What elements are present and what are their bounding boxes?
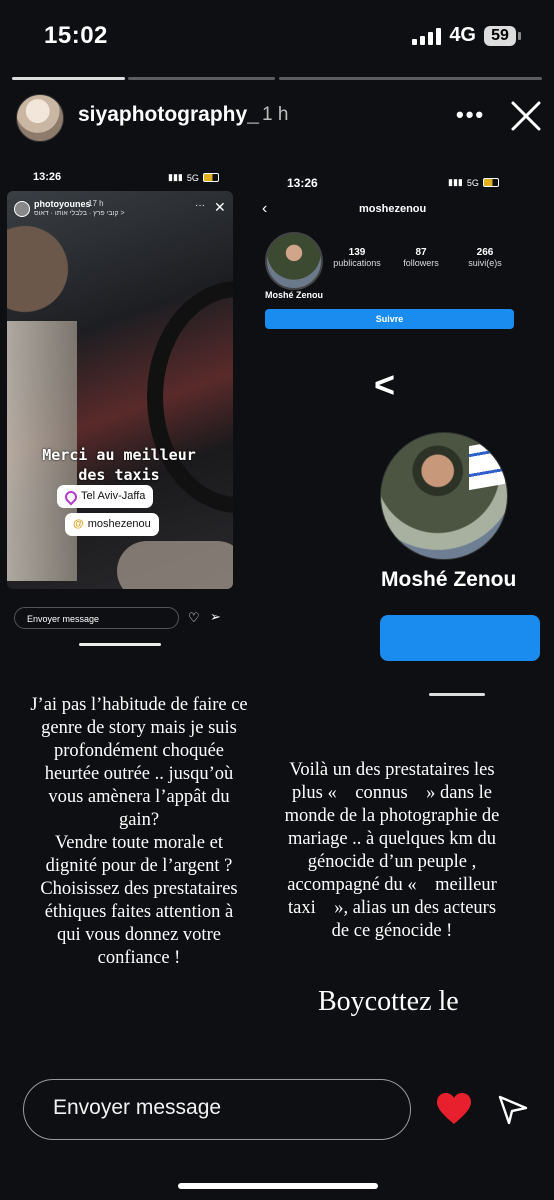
more-options-icon[interactable]: ••• bbox=[456, 102, 485, 128]
story-username[interactable]: siyaphotography_ bbox=[78, 103, 259, 127]
back-chevron-icon: < bbox=[374, 364, 396, 405]
right-screenshot-time: 13:26 bbox=[287, 176, 318, 190]
stat-value: 139 bbox=[348, 247, 366, 258]
text-line: gain? bbox=[118, 810, 160, 830]
heart-icon[interactable] bbox=[436, 1092, 472, 1126]
stat-label: followers bbox=[403, 258, 439, 268]
text-line: taxi », alias un des acteurs bbox=[287, 898, 497, 918]
avatar[interactable] bbox=[16, 94, 64, 142]
left-screenshot-status: ▮▮▮ 5G bbox=[168, 172, 219, 183]
text-line: profondément choquée bbox=[53, 741, 225, 761]
profile-name-large: Moshé Zenou bbox=[381, 568, 517, 591]
home-indicator bbox=[429, 693, 485, 696]
text-line: mariage .. à quelques km du bbox=[287, 829, 497, 849]
text-line: heurtée outrée .. jusqu’où bbox=[44, 764, 234, 784]
text-line: qui vous donnez votre bbox=[57, 925, 221, 945]
text-line: Vendre toute morale et bbox=[55, 833, 223, 853]
message-placeholder: Envoyer message bbox=[53, 1096, 222, 1119]
caption-line: des taxis bbox=[78, 466, 160, 484]
mention-sticker-label: moshezenou bbox=[87, 518, 151, 530]
text-line: monde de la photographie de bbox=[284, 806, 500, 826]
text-line: confiance ! bbox=[97, 948, 181, 968]
send-icon: ➢ bbox=[210, 609, 221, 624]
right-screenshot-status: ▮▮▮ 5G bbox=[448, 177, 499, 188]
text-line: J’ai pas l’habitude de faire ce bbox=[30, 695, 248, 715]
signal-icon bbox=[412, 27, 442, 45]
left-screenshot-time: 13:26 bbox=[33, 171, 62, 183]
stat-label: publications bbox=[333, 258, 381, 268]
inner-location-line: קובי פרץ · בלבלי אותו · דאוס > bbox=[34, 210, 125, 217]
more-options-icon: ··· bbox=[195, 200, 205, 211]
follow-button: Suivre bbox=[265, 309, 514, 329]
stat-value: 87 bbox=[415, 247, 427, 258]
story-text-left: J’ai pas l’habitude de faire ce genre de… bbox=[14, 694, 264, 970]
signal-icon: ▮▮▮ bbox=[168, 172, 183, 182]
battery-icon: 59 bbox=[484, 25, 521, 46]
text-line: genre de story mais je suis bbox=[41, 718, 237, 738]
signal-icon: ▮▮▮ bbox=[448, 177, 463, 187]
location-sticker-label: Tel Aviv-Jaffa bbox=[81, 490, 146, 502]
text-line: éthiques faites attention à bbox=[44, 902, 234, 922]
heart-icon: ♡ bbox=[188, 610, 200, 625]
story-progress-segment-1 bbox=[12, 77, 125, 80]
close-icon[interactable] bbox=[508, 98, 544, 134]
network-type: 4G bbox=[449, 24, 476, 46]
stat-followers: 87 followers bbox=[386, 247, 456, 269]
stat-value: 266 bbox=[476, 247, 494, 258]
avatar bbox=[14, 201, 30, 217]
stat-following: 266 suivi(e)s bbox=[450, 247, 520, 269]
stat-publications: 139 publications bbox=[322, 247, 392, 269]
status-indicators: 4G 59 bbox=[412, 24, 521, 47]
mention-sticker: @ moshezenou bbox=[65, 513, 159, 536]
story-caption: Merci au meilleur des taxis bbox=[14, 445, 224, 485]
stat-label: suivi(e)s bbox=[468, 258, 502, 268]
text-line: dignité pour de l’argent ? bbox=[45, 856, 233, 876]
story-text-right: Voilà un des prestataires les plus « con… bbox=[266, 759, 518, 943]
location-sticker: Tel Aviv-Jaffa bbox=[57, 485, 154, 508]
text-line: Voilà un des prestataires les bbox=[289, 760, 495, 780]
caption-line: Merci au meilleur bbox=[42, 446, 196, 464]
text-line: vous amènera l’appât du bbox=[48, 787, 230, 807]
profile-username: moshezenou bbox=[359, 203, 427, 215]
inner-age: 17 h bbox=[88, 199, 104, 208]
text-line: génocide d’un peuple , bbox=[307, 852, 477, 872]
text-line: accompagné du « meilleur bbox=[287, 875, 497, 895]
story-progress-segment-3 bbox=[279, 77, 542, 80]
network-type: 5G bbox=[466, 177, 479, 188]
close-icon: ✕ bbox=[214, 199, 226, 215]
status-time: 15:02 bbox=[44, 22, 108, 49]
inner-username: photoyounes bbox=[34, 199, 91, 209]
text-line: Choisissez des prestataires bbox=[40, 879, 238, 899]
follow-button-large bbox=[380, 615, 540, 661]
text-line: plus « connus » dans le bbox=[292, 783, 492, 803]
back-chevron-icon: ‹ bbox=[262, 200, 268, 217]
home-indicator bbox=[79, 643, 161, 646]
story-progress-segment-2 bbox=[128, 77, 275, 80]
avatar bbox=[265, 232, 323, 290]
home-indicator bbox=[178, 1183, 378, 1189]
text-line: de ce génocide ! bbox=[331, 921, 453, 941]
story-age: 1 h bbox=[262, 104, 289, 125]
at-icon: @ bbox=[73, 518, 84, 530]
avatar bbox=[380, 432, 508, 560]
inner-message-field: Envoyer message bbox=[14, 607, 179, 629]
battery-icon bbox=[482, 178, 499, 187]
profile-name: Moshé Zenou bbox=[265, 290, 323, 300]
location-pin-icon bbox=[62, 488, 80, 505]
boycott-text: Boycottez le bbox=[318, 986, 459, 1017]
network-type: 5G bbox=[186, 172, 199, 183]
battery-icon bbox=[202, 173, 219, 182]
send-icon[interactable] bbox=[497, 1094, 529, 1126]
